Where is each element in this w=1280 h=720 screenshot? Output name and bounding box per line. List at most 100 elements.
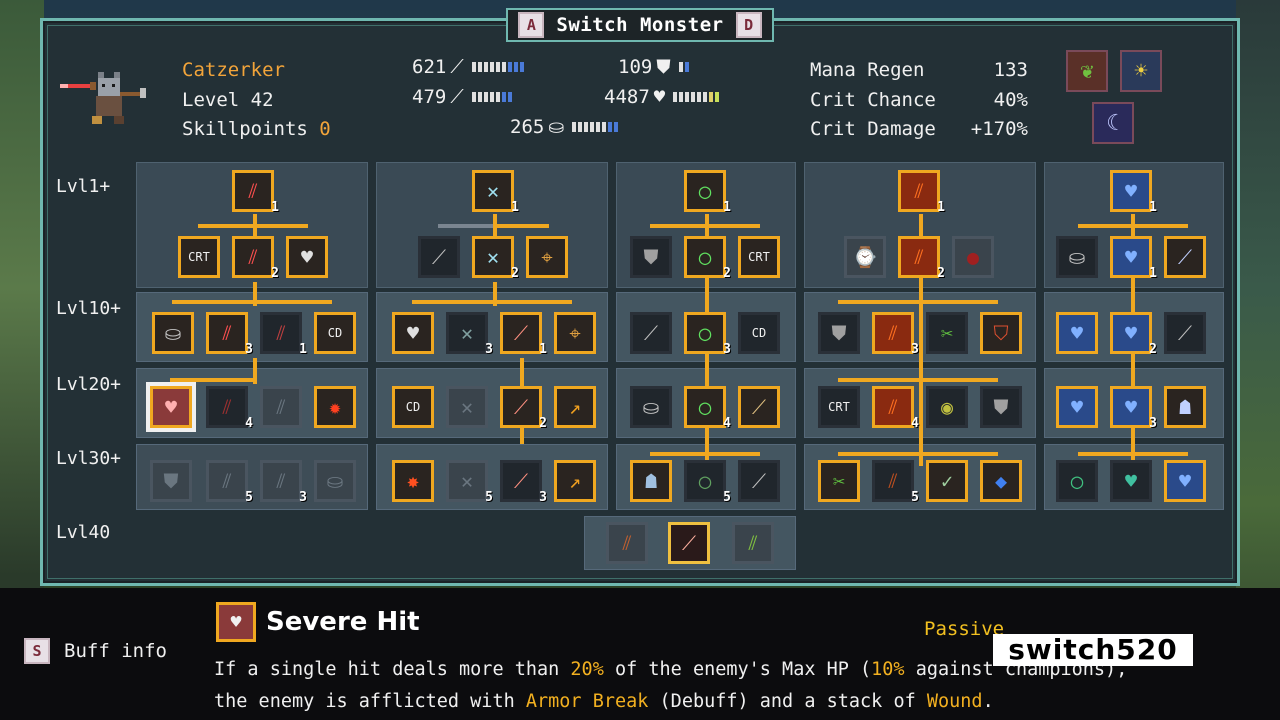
skill-armor-c3[interactable]: ☗ xyxy=(630,460,672,502)
skillpoints-row: Skillpoints 0 xyxy=(182,115,331,145)
skill-shield-c4-3[interactable]: ⛊ xyxy=(980,386,1022,428)
skill-cross-c2-3[interactable]: ✕ 3 xyxy=(446,312,493,357)
skillpoints-value: 0 xyxy=(319,118,331,140)
skill-fire-c1[interactable]: ✹ xyxy=(314,386,356,428)
skill-cross-c2-2[interactable]: ✕ 2 xyxy=(472,236,519,281)
defense-value: 109 xyxy=(618,56,653,78)
attack-stat: 621 ⟋ xyxy=(412,56,524,78)
monster-level: Level 42 xyxy=(182,88,274,111)
sun-shield-buff-icon[interactable]: ☀ xyxy=(1120,50,1162,92)
skill-army-c5[interactable]: ☗ xyxy=(1164,386,1206,428)
switch-monster-tab[interactable]: A Switch Monster D xyxy=(506,8,774,42)
skill-heart-shield-c5-3[interactable]: ♥ 2 xyxy=(1110,312,1157,357)
skill-ring-c3-2[interactable]: ◯ 2 xyxy=(684,236,731,281)
skill-ring-c3-4[interactable]: ◯ 4 xyxy=(684,386,731,431)
skill-fury-c4-4[interactable]: ⫽ 4 xyxy=(872,386,919,431)
attack-value: 621 xyxy=(412,56,447,78)
skill-heart-shield-c5-1[interactable]: ♥ 1 xyxy=(1110,170,1157,215)
skill-hearts-c5[interactable]: ♥ xyxy=(1164,460,1206,502)
skill-slice-c2[interactable]: ⟋ 1 xyxy=(500,312,547,357)
skill-speed-c4[interactable]: ⌚ xyxy=(844,236,886,278)
skill-slice-c2-3[interactable]: ⟋ 3 xyxy=(500,460,547,505)
skill-rend-c1[interactable]: ⫽ 4 xyxy=(206,386,253,431)
skill-trend-c2[interactable]: ↗ xyxy=(554,386,596,428)
shield-icon: ⛊ xyxy=(656,56,671,78)
skill-blood-c4[interactable]: ● xyxy=(952,236,994,278)
skill-fury-c4-1[interactable]: ⫽ 1 xyxy=(898,170,945,215)
skill-crit-c3[interactable]: CRT xyxy=(738,236,780,278)
skill-ring-c3-1[interactable]: ◯ 1 xyxy=(684,170,731,215)
skill-explode-c2[interactable]: ✸ xyxy=(392,460,434,502)
leaf-buff-icon[interactable]: ❦ xyxy=(1066,50,1108,92)
skill-trend-c2-2[interactable]: ↗ xyxy=(554,460,596,502)
skill-locked-c1-e[interactable]: ⛀ xyxy=(314,460,356,502)
health-bar xyxy=(673,92,720,102)
skill-knight-c5[interactable]: ⟋ xyxy=(1164,236,1206,278)
skill-locked-c1-b[interactable]: ⛊ xyxy=(150,460,192,502)
skill-ring-c3-3[interactable]: ◯ 3 xyxy=(684,312,731,357)
skill-cooldown-c1[interactable]: CD xyxy=(314,312,356,354)
key-d-icon[interactable]: D xyxy=(735,12,762,38)
skill-locked-c1-a[interactable]: ⫽ xyxy=(260,386,302,428)
skill-target-c2[interactable]: ⌖ xyxy=(526,236,568,278)
skill-heart-shield-c5-4[interactable]: ♥ 3 xyxy=(1110,386,1157,431)
skill-blade-c5[interactable]: ⟋ xyxy=(1164,312,1206,354)
skill-fury-c4-2[interactable]: ⫽ 2 xyxy=(898,236,945,281)
moon-buff-icon[interactable]: ☾ xyxy=(1092,102,1134,144)
skill-claw-c1[interactable]: ⫽ 1 xyxy=(260,312,307,357)
magic-bar xyxy=(471,92,512,102)
skill-slice-c2-2[interactable]: ⟋ 2 xyxy=(500,386,547,431)
skill-fury-c4-3[interactable]: ⫽ 3 xyxy=(872,312,919,357)
skill-crit-c4[interactable]: CRT xyxy=(818,386,860,428)
key-a-icon[interactable]: A xyxy=(518,12,545,38)
key-s-icon[interactable]: S xyxy=(24,638,50,664)
skill-scissor-c4[interactable]: ✂ xyxy=(926,312,968,354)
skill-shield-c4[interactable]: ⛊ xyxy=(818,312,860,354)
selected-skill-name: Severe Hit xyxy=(266,607,420,637)
skill-slash-c3[interactable]: ⟋ xyxy=(738,386,780,428)
skill-slash-c1-2[interactable]: ⫽ 2 xyxy=(232,236,279,281)
skill-slash-c1-1[interactable]: ⫽ 1 xyxy=(232,170,279,215)
skill-wing-c4[interactable]: ✓ xyxy=(926,460,968,502)
skill-heart-arrow-c5[interactable]: ♥ xyxy=(1110,460,1152,502)
skill-cooldown-c2[interactable]: CD xyxy=(392,386,434,428)
skill-potion-c1[interactable]: ⛀ xyxy=(152,312,194,354)
skill-locked-c2-a[interactable]: ✕ xyxy=(446,386,488,428)
skill-blade-c3-2[interactable]: ⟋ xyxy=(738,460,780,502)
skill-ultimate-slice[interactable]: ⟋ xyxy=(668,522,710,564)
skill-fury-c4-5[interactable]: ⫽ 5 xyxy=(872,460,919,505)
skill-heart-break-c5-2[interactable]: ♥ xyxy=(1056,386,1098,428)
buff-info-hint[interactable]: S Buff info xyxy=(24,638,167,664)
monster-info: Catzerker Level 42 Skillpoints 0 xyxy=(182,56,331,145)
skill-target-c2-2[interactable]: ⌖ xyxy=(554,312,596,354)
skill-locked-c1-d[interactable]: ⫽ 3 xyxy=(260,460,307,505)
selected-skill-header: ♥ Severe Hit xyxy=(216,602,420,642)
skill-ultimate-claw[interactable]: ⫽ xyxy=(606,522,648,564)
skill-heart-break-c5[interactable]: ♥ xyxy=(1056,312,1098,354)
skill-gem-c4[interactable]: ◆ xyxy=(980,460,1022,502)
skill-shield-c3[interactable]: ⛊ xyxy=(630,236,672,278)
skill-orb-c4[interactable]: ◉ xyxy=(926,386,968,428)
skill-ring-c3-5[interactable]: ◯ 5 xyxy=(684,460,731,505)
skill-locked-c2-b[interactable]: ✕ 5 xyxy=(446,460,493,505)
skill-shield-c4-2[interactable]: ⛉ xyxy=(980,312,1022,354)
skill-crit-c1[interactable]: CRT xyxy=(178,236,220,278)
skill-cross-c2-1[interactable]: ✕ 1 xyxy=(472,170,519,215)
skill-slash-c1-3[interactable]: ⫽ 3 xyxy=(206,312,253,357)
skill-cooldown-c3[interactable]: CD xyxy=(738,312,780,354)
skill-ring-c5[interactable]: ◯ xyxy=(1056,460,1098,502)
sword-icon: ⟋ xyxy=(450,56,464,78)
skill-blade-c3[interactable]: ⟋ xyxy=(630,312,672,354)
mana-regen-label: Mana Regen xyxy=(810,59,925,81)
skill-potion-c3[interactable]: ⛀ xyxy=(630,386,672,428)
skill-blade-c2[interactable]: ⟋ xyxy=(418,236,460,278)
skill-potion-c5[interactable]: ⛀ xyxy=(1056,236,1098,278)
skill-locked-c1-c[interactable]: ⫽ 5 xyxy=(206,460,253,505)
skill-severe-hit[interactable]: ♥ xyxy=(150,386,192,428)
skill-detail-panel: S Buff info ♥ Severe Hit Passive If a si… xyxy=(0,588,1280,720)
skill-scissor-c4-2[interactable]: ✂ xyxy=(818,460,860,502)
skill-ultimate-green[interactable]: ⫽ xyxy=(732,522,774,564)
skill-heart-c1[interactable]: ♥ xyxy=(286,236,328,278)
skill-heart-c2[interactable]: ♥ xyxy=(392,312,434,354)
skill-heart-shield-c5-2[interactable]: ♥ 1 xyxy=(1110,236,1157,281)
